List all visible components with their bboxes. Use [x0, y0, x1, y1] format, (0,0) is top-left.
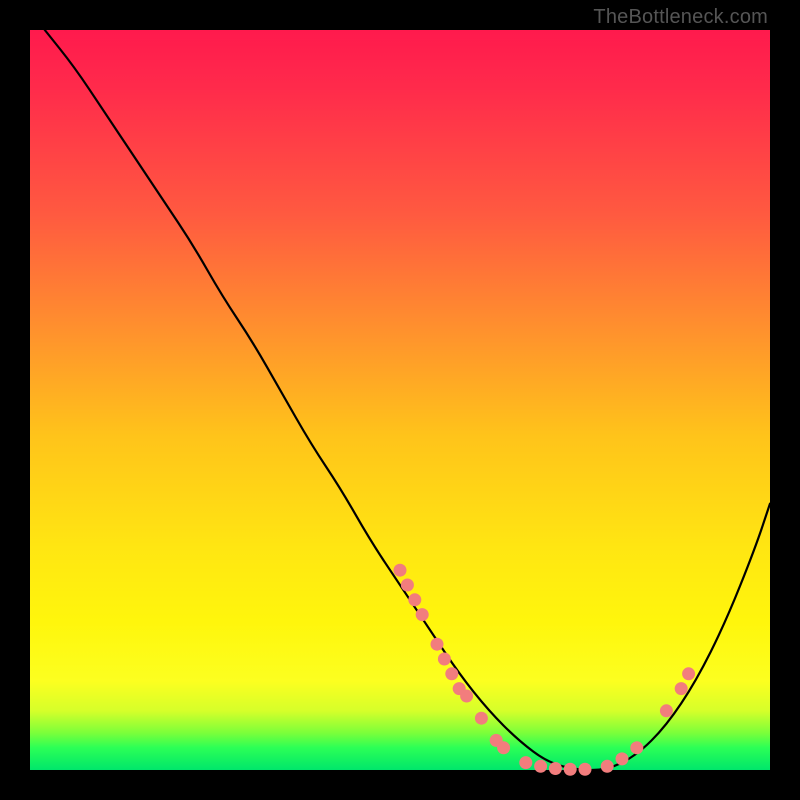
curve-dot: [438, 653, 451, 666]
curve-dot: [564, 763, 577, 776]
curve-dot: [394, 564, 407, 577]
curve-dots: [394, 564, 696, 776]
curve-dot: [660, 704, 673, 717]
bottleneck-curve: [45, 30, 770, 770]
curve-dot: [682, 667, 695, 680]
curve-dot: [630, 741, 643, 754]
curve-dot: [549, 762, 562, 775]
curve-dot: [431, 638, 444, 651]
curve-dot: [601, 760, 614, 773]
curve-dot: [579, 763, 592, 776]
curve-dot: [534, 760, 547, 773]
curve-dot: [408, 593, 421, 606]
curve-dot: [519, 756, 532, 769]
curve-dot: [401, 579, 414, 592]
chart-svg: [30, 30, 770, 770]
curve-dot: [416, 608, 429, 621]
watermark-text: TheBottleneck.com: [593, 6, 768, 29]
curve-dot: [675, 682, 688, 695]
curve-dot: [616, 752, 629, 765]
chart-area: [30, 30, 770, 770]
curve-dot: [475, 712, 488, 725]
curve-dot: [460, 690, 473, 703]
curve-dot: [497, 741, 510, 754]
curve-dot: [445, 667, 458, 680]
